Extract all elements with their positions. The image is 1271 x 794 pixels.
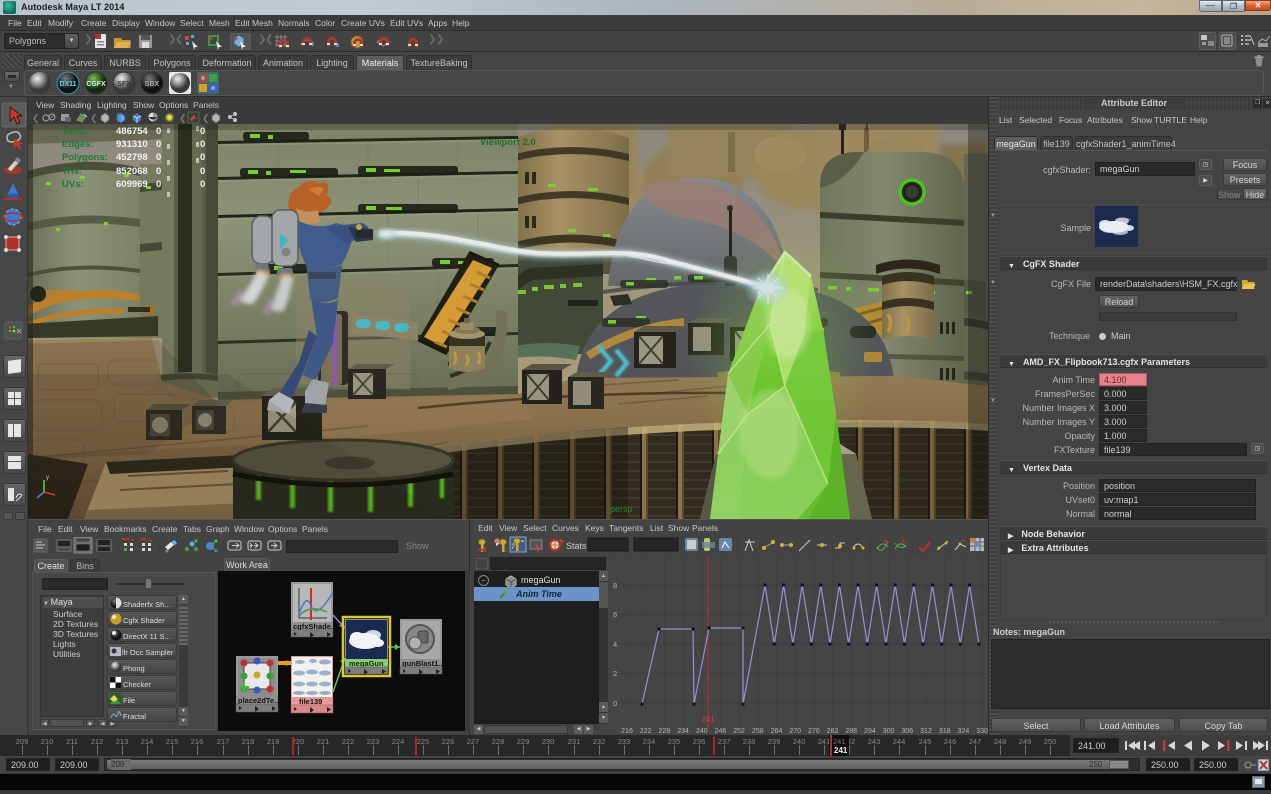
svg-text:300: 300 — [883, 728, 895, 735]
svg-text:452798: 452798 — [116, 152, 148, 163]
svg-text:312: 312 — [920, 728, 932, 735]
svg-text:228: 228 — [659, 728, 671, 735]
svg-text:SFX: SFX — [117, 81, 131, 88]
svg-text:306: 306 — [901, 728, 913, 735]
svg-text:Stats: Stats — [566, 541, 587, 551]
svg-text:609969: 609969 — [116, 179, 148, 190]
svg-text:0: 0 — [156, 166, 161, 177]
svg-text:place2dTe...: place2dTe... — [238, 696, 280, 705]
svg-text:240: 240 — [696, 728, 708, 735]
svg-text:Viewport 2.0: Viewport 2.0 — [480, 137, 536, 148]
svg-text:264: 264 — [771, 728, 783, 735]
svg-text:Verts:: Verts: — [62, 126, 88, 137]
svg-text:file139: file139 — [299, 697, 322, 706]
svg-text:258: 258 — [752, 728, 764, 735]
svg-text:y: y — [46, 475, 49, 481]
svg-text:megaGun: megaGun — [349, 659, 384, 668]
svg-text:0: 0 — [200, 179, 205, 190]
svg-text:330: 330 — [976, 728, 988, 735]
svg-text:Polygons:: Polygons: — [62, 152, 108, 163]
svg-text:270: 270 — [789, 728, 801, 735]
svg-text:931310: 931310 — [116, 139, 148, 150]
svg-text:Tris:: Tris: — [62, 166, 82, 177]
svg-text:216: 216 — [621, 728, 633, 735]
svg-text:2: 2 — [613, 669, 617, 678]
svg-text:6: 6 — [613, 610, 617, 619]
svg-text:852068: 852068 — [116, 166, 148, 177]
svg-text:0: 0 — [200, 126, 205, 137]
svg-text:0: 0 — [156, 179, 161, 190]
svg-text:282: 282 — [827, 728, 839, 735]
svg-text:❮: ❮ — [90, 113, 98, 124]
svg-text:294: 294 — [864, 728, 876, 735]
svg-text:252: 252 — [733, 728, 745, 735]
svg-text:0: 0 — [200, 139, 205, 150]
svg-text:SBX: SBX — [145, 81, 160, 88]
svg-text:UVs:: UVs: — [62, 179, 84, 190]
svg-text:486754: 486754 — [116, 126, 148, 137]
svg-text:276: 276 — [808, 728, 820, 735]
svg-text:222: 222 — [640, 728, 652, 735]
svg-text:234: 234 — [677, 728, 689, 735]
svg-text:4: 4 — [613, 640, 617, 649]
svg-text:318: 318 — [939, 728, 951, 735]
svg-text:241: 241 — [701, 715, 715, 724]
svg-text:246: 246 — [715, 728, 727, 735]
svg-text:8: 8 — [613, 581, 617, 590]
svg-text:0: 0 — [156, 126, 161, 137]
svg-text:DX11: DX11 — [59, 81, 76, 88]
svg-text:288: 288 — [845, 728, 857, 735]
svg-text:CGFX: CGFX — [86, 81, 106, 88]
svg-text:❮: ❮ — [179, 113, 187, 124]
svg-text:0: 0 — [156, 139, 161, 150]
svg-text:gunBlast1...: gunBlast1... — [402, 659, 445, 668]
svg-text:cgfxShade...: cgfxShade... — [293, 622, 337, 631]
svg-text:324: 324 — [958, 728, 970, 735]
svg-text:❮: ❮ — [202, 113, 210, 124]
svg-text:Edges:: Edges: — [62, 139, 94, 150]
svg-text:0: 0 — [200, 166, 205, 177]
svg-text:0: 0 — [156, 152, 161, 163]
svg-text:0: 0 — [613, 699, 617, 708]
svg-text:persp: persp — [610, 504, 633, 514]
svg-text:❮: ❮ — [32, 113, 40, 124]
svg-text:0: 0 — [200, 152, 205, 163]
